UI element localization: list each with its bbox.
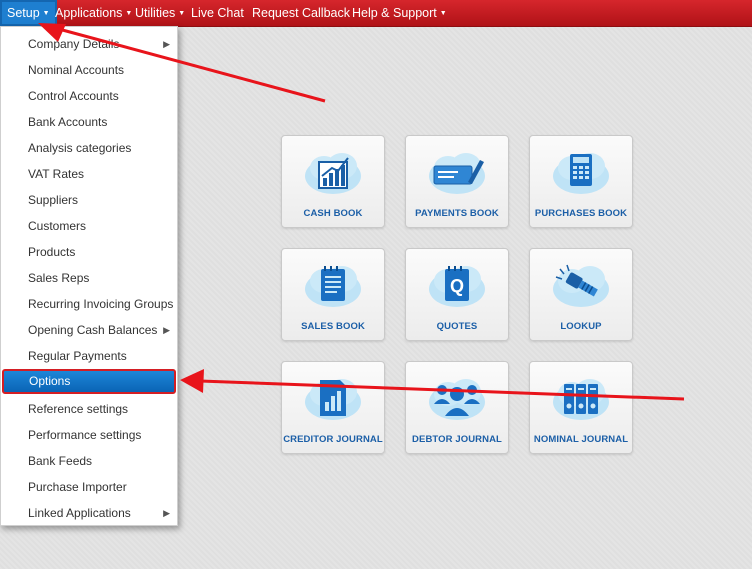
tile-nominal-journal[interactable]: NOMINAL JOURNAL: [529, 361, 633, 454]
menu-item-vat-rates[interactable]: VAT Rates: [1, 161, 177, 187]
menu-item-bank-feeds[interactable]: Bank Feeds: [1, 448, 177, 474]
nav-help-support[interactable]: Help & Support ▼: [352, 0, 447, 26]
menu-item-label: Recurring Invoicing Groups: [28, 297, 174, 311]
nav-label: Request Callback: [252, 6, 350, 20]
nav-label: Help & Support: [352, 6, 437, 20]
tile-label: LOOKUP: [560, 321, 602, 332]
tile-label: PAYMENTS BOOK: [415, 208, 499, 219]
tile-sales-book[interactable]: SALES BOOK: [281, 248, 385, 341]
menu-item-label: Analysis categories: [28, 141, 132, 155]
menu-item-label: Bank Accounts: [28, 115, 108, 129]
menu-item-label: Reference settings: [28, 402, 129, 416]
nav-label: Live Chat: [191, 6, 244, 20]
menu-item-label: VAT Rates: [28, 167, 85, 181]
menu-item-suppliers[interactable]: Suppliers: [1, 187, 177, 213]
nav-label: Applications: [55, 6, 123, 20]
menu-item-label: Options: [29, 374, 71, 388]
menu-item-sales-reps[interactable]: Sales Reps: [1, 265, 177, 291]
people-icon: [429, 379, 485, 420]
menu-item-performance-settings[interactable]: Performance settings: [1, 422, 177, 448]
menu-item-label: Sales Reps: [28, 271, 90, 285]
menu-item-control-accounts[interactable]: Control Accounts: [1, 83, 177, 109]
svg-text:Q: Q: [450, 276, 464, 296]
tile-cash-book[interactable]: CASH BOOK: [281, 135, 385, 228]
menu-item-nominal-accounts[interactable]: Nominal Accounts: [1, 57, 177, 83]
menu-item-label: Linked Applications: [28, 506, 131, 520]
caret-down-icon: ▼: [178, 10, 186, 17]
caret-down-icon: ▼: [42, 10, 50, 17]
nav-request-callback[interactable]: Request Callback: [252, 0, 350, 26]
nav-label: Setup: [7, 6, 40, 20]
menu-item-company-details[interactable]: Company Details ▶: [1, 31, 177, 57]
menu-item-label: Suppliers: [28, 193, 79, 207]
document-chart-icon: [305, 379, 361, 420]
menu-item-products[interactable]: Products: [1, 239, 177, 265]
menu-item-regular-payments[interactable]: Regular Payments: [1, 343, 177, 369]
caret-down-icon: ▼: [125, 10, 133, 17]
tile-quotes[interactable]: Q QUOTES: [405, 248, 509, 341]
nav-setup[interactable]: Setup ▼: [0, 0, 57, 26]
menu-item-label: Performance settings: [28, 428, 142, 442]
quote-notepad-icon: Q: [429, 266, 485, 307]
menu-item-analysis-categories[interactable]: Analysis categories: [1, 135, 177, 161]
tile-debtor-journal[interactable]: DEBTOR JOURNAL: [405, 361, 509, 454]
caret-down-icon: ▼: [439, 10, 447, 17]
tile-label: DEBTOR JOURNAL: [412, 434, 502, 445]
nav-label: Utilities: [135, 6, 176, 20]
chevron-right-icon: ▶: [163, 508, 170, 518]
tile-label: QUOTES: [436, 321, 478, 332]
tile-purchases-book[interactable]: PURCHASES BOOK: [529, 135, 633, 228]
cheque-pen-icon: [429, 153, 485, 194]
menu-item-label: Purchase Importer: [28, 480, 127, 494]
tile-label: CASH BOOK: [303, 208, 363, 219]
tile-payments-book[interactable]: PAYMENTS BOOK: [405, 135, 509, 228]
nav-utilities[interactable]: Utilities ▼: [135, 0, 185, 26]
tile-creditor-journal[interactable]: CREDITOR JOURNAL: [281, 361, 385, 454]
menu-item-customers[interactable]: Customers: [1, 213, 177, 239]
nav-applications[interactable]: Applications ▼: [55, 0, 132, 26]
menu-item-label: Nominal Accounts: [28, 63, 125, 77]
menu-item-label: Regular Payments: [28, 349, 127, 363]
menu-item-purchase-importer[interactable]: Purchase Importer: [1, 474, 177, 500]
menu-item-label: Customers: [28, 219, 87, 233]
menu-item-bank-accounts[interactable]: Bank Accounts: [1, 109, 177, 135]
setup-dropdown-menu: Company Details ▶ Nominal Accounts Contro…: [0, 26, 178, 526]
menu-item-opening-cash-balances[interactable]: Opening Cash Balances ▶: [1, 317, 177, 343]
menu-item-label: Control Accounts: [28, 89, 119, 103]
tile-label: NOMINAL JOURNAL: [533, 434, 629, 445]
chevron-right-icon: ▶: [163, 39, 170, 49]
menu-item-recurring-invoicing-groups[interactable]: Recurring Invoicing Groups: [1, 291, 177, 317]
nav-live-chat[interactable]: Live Chat: [191, 0, 244, 26]
top-nav-bar: Setup ▼ Applications ▼ Utilities ▼ Live Cha…: [0, 0, 752, 27]
chevron-right-icon: ▶: [163, 325, 170, 335]
menu-item-options[interactable]: Options: [2, 369, 176, 394]
flashlight-icon: [553, 264, 609, 307]
menu-item-reference-settings[interactable]: Reference settings: [1, 396, 177, 422]
menu-item-label: Products: [28, 245, 76, 259]
bar-chart-icon: [305, 153, 361, 194]
tile-lookup[interactable]: LOOKUP: [529, 248, 633, 341]
binders-icon: [553, 379, 609, 420]
menu-item-label: Company Details: [28, 37, 120, 51]
notepad-icon: [305, 266, 361, 307]
tile-label: CREDITOR JOURNAL: [283, 434, 383, 445]
tile-label: PURCHASES BOOK: [534, 208, 628, 219]
calculator-icon: [553, 153, 609, 194]
menu-item-linked-applications[interactable]: Linked Applications ▶: [1, 500, 177, 526]
menu-item-label: Bank Feeds: [28, 454, 93, 468]
menu-item-label: Opening Cash Balances: [28, 323, 158, 337]
tile-label: SALES BOOK: [301, 321, 365, 332]
